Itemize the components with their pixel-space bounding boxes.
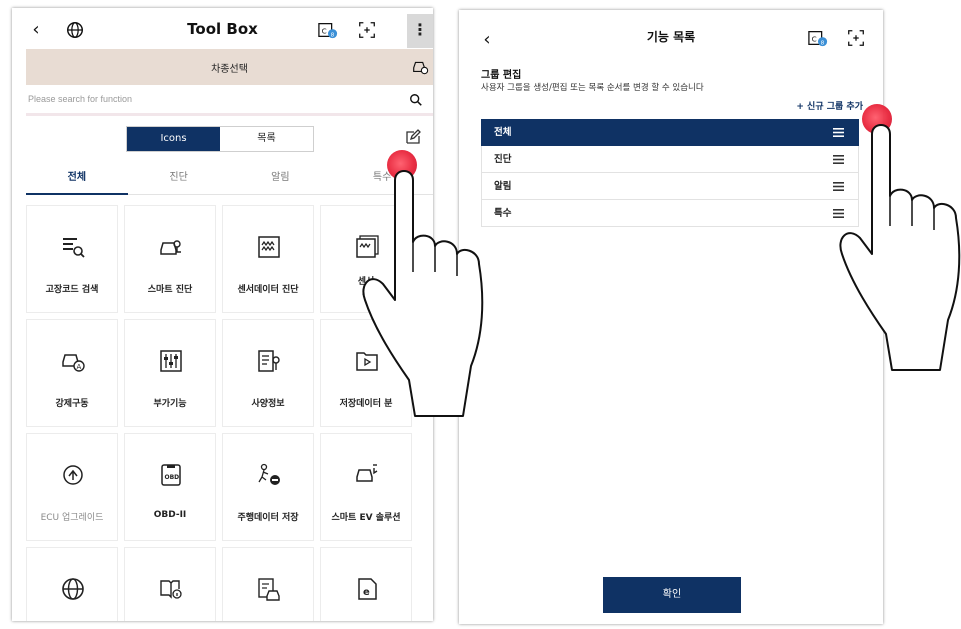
search-input[interactable]: [28, 94, 388, 104]
function-list-screen: ‹ 기능 목록 C 8 그룹 편집 사용자 그룹을 생성/편집 또는 목록 순서…: [459, 10, 883, 624]
edit-icon[interactable]: [405, 129, 421, 145]
vehicle-settings-icon[interactable]: [411, 57, 429, 75]
manual-info-icon: [160, 580, 182, 599]
function-tile[interactable]: e: [320, 547, 412, 621]
vehicle-select-label: 차종선택: [211, 64, 248, 75]
tab-diagnosis[interactable]: 진단: [128, 165, 230, 194]
group-edit-heading: 그룹 편집: [481, 70, 522, 81]
function-tile[interactable]: [222, 547, 314, 621]
function-tile[interactable]: 사양정보: [222, 319, 314, 427]
vci-connect-icon[interactable]: C 8: [807, 28, 829, 48]
screen-capture-icon[interactable]: [356, 20, 378, 40]
vehicle-select-bar[interactable]: 차종선택: [26, 49, 433, 85]
top-bar: ‹ Tool Box C 8 ⋮: [12, 8, 433, 52]
function-tile-label: 스마트 EV 솔루션: [331, 513, 401, 523]
function-tile-label: 강제구동: [55, 399, 89, 409]
obd-icon: OBD: [161, 464, 181, 486]
tab-all[interactable]: 전체: [26, 165, 128, 195]
function-tile-label: 센서데이터 진단: [237, 285, 299, 295]
sensor-data-icon: [258, 236, 280, 258]
function-tile[interactable]: 부가기능: [124, 319, 216, 427]
list-view-button[interactable]: 목록: [220, 127, 313, 151]
function-tile[interactable]: [124, 547, 216, 621]
additional-function-icon: [160, 350, 182, 372]
dtc-search-icon: [63, 238, 85, 258]
svg-text:8: 8: [331, 32, 335, 38]
smart-diagnosis-icon: [160, 240, 181, 255]
svg-text:OBD: OBD: [165, 474, 180, 481]
vehicle-doc-icon: [258, 578, 280, 601]
search-bar: [26, 88, 433, 116]
icons-view-button[interactable]: Icons: [127, 127, 220, 151]
tutorial-stage: ‹ Tool Box C 8 ⋮ 차종선택 Please search for …: [0, 0, 961, 629]
group-edit-description: 사용자 그룹을 생성/편집 또는 목록 순서를 변경 할 수 있습니다: [481, 83, 704, 93]
function-tile[interactable]: [26, 547, 118, 621]
function-tile-label: 부가기능: [153, 399, 187, 409]
add-group-button[interactable]: + 신규 그룹 추가: [796, 99, 863, 112]
function-tile[interactable]: OBD OBD-II: [124, 433, 216, 541]
tab-alerts[interactable]: 알림: [230, 165, 332, 194]
svg-text:e: e: [363, 587, 370, 598]
svg-text:C: C: [812, 35, 817, 44]
vci-connect-icon[interactable]: C 8: [317, 20, 339, 40]
e-document-icon: e: [358, 578, 377, 600]
more-menu-button[interactable]: ⋮: [407, 14, 433, 48]
function-tile-label: OBD-II: [153, 510, 187, 520]
confirm-button[interactable]: 확인: [603, 577, 741, 613]
view-toggle: Icons 목록: [126, 126, 314, 152]
globe-icon: [62, 578, 84, 600]
search-icon[interactable]: [409, 93, 423, 107]
function-tile[interactable]: 고장코드 검색: [26, 205, 118, 313]
function-tile[interactable]: ECU 업그레이드: [26, 433, 118, 541]
group-row[interactable]: 알림: [481, 173, 859, 200]
pointing-hand-icon: [362, 170, 484, 417]
group-row[interactable]: 전체: [481, 119, 859, 146]
pointing-hand-icon: [839, 124, 961, 371]
function-tile-label: 주행데이터 저장: [237, 513, 299, 523]
group-list: 전체진단알림특수: [481, 119, 859, 227]
ev-solution-icon: [356, 464, 378, 482]
spec-info-icon: [258, 350, 280, 372]
function-tile-label: ECU 업그레이드: [40, 513, 104, 523]
forced-drive-icon: A: [62, 354, 85, 372]
function-tile-label: 고장코드 검색: [45, 285, 99, 295]
function-tile-label: 사양정보: [251, 399, 285, 409]
group-row[interactable]: 특수: [481, 200, 859, 227]
ecu-upgrade-icon: [63, 465, 83, 485]
svg-text:C: C: [322, 27, 327, 36]
function-tile[interactable]: 센서데이터 진단: [222, 205, 314, 313]
driving-data-icon: [258, 463, 280, 485]
group-row[interactable]: 진단: [481, 146, 859, 173]
group-row-label: 진단: [494, 154, 512, 165]
function-tile[interactable]: 스마트 EV 솔루션: [320, 433, 412, 541]
group-row-label: 전체: [494, 127, 512, 138]
function-tile-label: 스마트 진단: [147, 285, 193, 295]
svg-text:8: 8: [821, 40, 825, 46]
screen-capture-icon[interactable]: [845, 28, 867, 48]
group-row-label: 알림: [494, 181, 512, 192]
function-tile[interactable]: 스마트 진단: [124, 205, 216, 313]
svg-text:A: A: [77, 363, 82, 371]
group-row-label: 특수: [494, 208, 512, 219]
function-tile[interactable]: 주행데이터 저장: [222, 433, 314, 541]
function-tile[interactable]: A 강제구동: [26, 319, 118, 427]
